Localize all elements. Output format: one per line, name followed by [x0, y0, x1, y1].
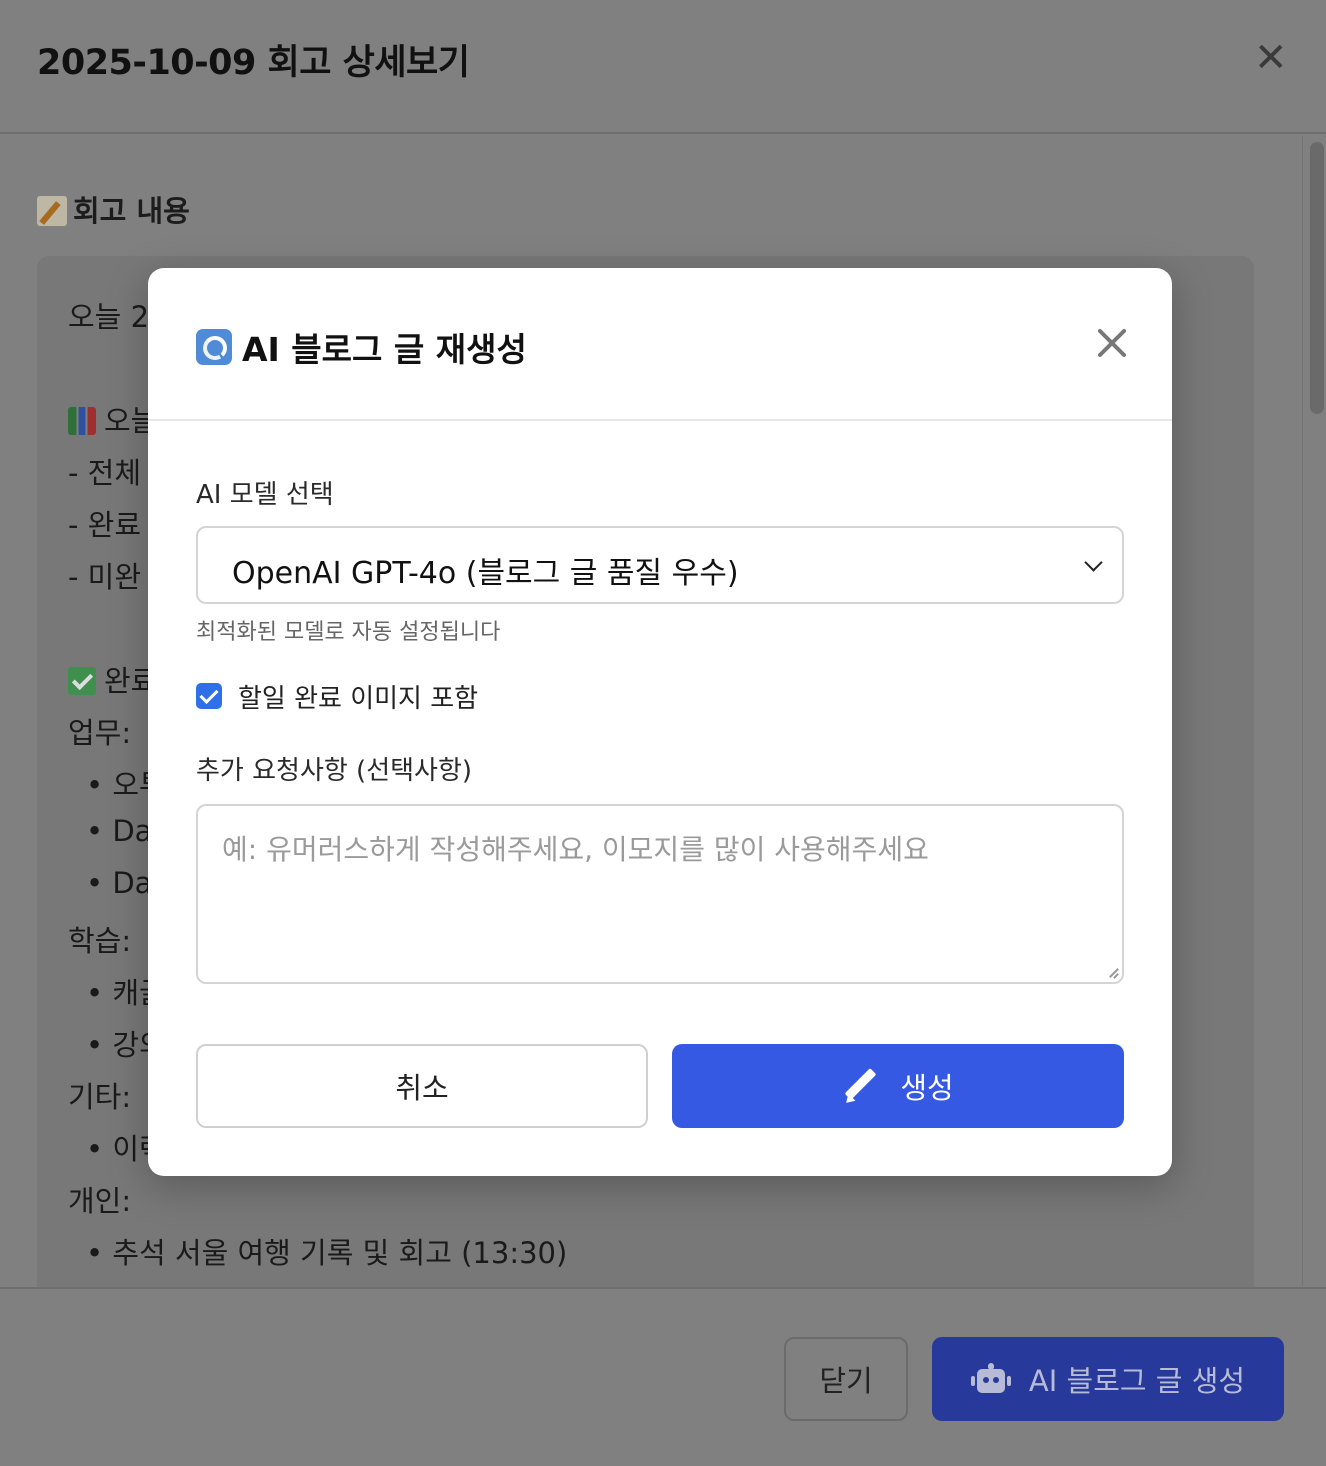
modal-title-text: AI 블로그 글 재생성	[242, 330, 527, 369]
content-line: • Da	[86, 866, 153, 900]
detail-header: 2025-10-09 회고 상세보기 ✕	[0, 0, 1326, 134]
content-scrollbar-thumb[interactable]	[1310, 142, 1324, 414]
content-line: 개인:	[68, 1184, 132, 1218]
include-image-checkbox[interactable]	[196, 683, 222, 709]
memo-icon	[37, 196, 67, 226]
pencil-icon	[842, 1068, 878, 1104]
extra-request-label: 추가 요청사항 (선택사항)	[196, 756, 473, 786]
robot-icon	[970, 1363, 1011, 1395]
cancel-button[interactable]: 취소	[196, 1044, 648, 1128]
check-mark-icon	[68, 667, 96, 695]
content-line: • 추석 서울 여행 기록 및 회고 (13:30)	[86, 1236, 568, 1270]
content-line: - 완료	[68, 508, 142, 542]
content-line: 기타:	[68, 1080, 132, 1114]
content-line: • Da	[86, 814, 153, 848]
resize-grip-icon[interactable]	[1106, 966, 1120, 980]
generate-button[interactable]: 생성	[672, 1044, 1124, 1128]
include-image-label[interactable]: 할일 완료 이미지 포함	[238, 678, 478, 715]
extra-request-textarea[interactable]	[196, 804, 1124, 984]
ai-blog-generate-button[interactable]: AI 블로그 글 생성	[932, 1337, 1284, 1421]
bar-chart-icon	[68, 407, 96, 435]
content-line: 업무:	[68, 716, 132, 750]
regenerate-modal: AI 블로그 글 재생성 AI 모델 선택 OpenAI GPT-4o (블로그…	[148, 268, 1172, 1176]
section-title: 회고 내용	[37, 188, 190, 230]
model-select[interactable]: OpenAI GPT-4o (블로그 글 품질 우수)	[196, 526, 1124, 604]
close-button[interactable]: 닫기	[784, 1337, 908, 1421]
content-line: - 전체	[68, 456, 142, 490]
model-select-label: AI 모델 선택	[196, 480, 334, 510]
detail-title: 2025-10-09 회고 상세보기	[37, 43, 470, 83]
modal-title: AI 블로그 글 재생성	[196, 323, 527, 371]
generate-button-label: 생성	[900, 1071, 954, 1105]
content-line: 오늘	[68, 398, 157, 440]
close-icon[interactable]	[1095, 326, 1129, 360]
model-select-value: OpenAI GPT-4o (블로그 글 품질 우수)	[232, 556, 739, 591]
modal-header: AI 블로그 글 재생성	[148, 268, 1172, 421]
content-line: - 미완	[68, 560, 142, 594]
content-line: 학습:	[68, 924, 132, 958]
content-line: 오늘 2	[68, 300, 150, 334]
section-title-text: 회고 내용	[73, 194, 190, 228]
refresh-icon	[196, 329, 232, 365]
content-line: 완료	[68, 658, 157, 700]
model-help-text: 최적화된 모델로 자동 설정됩니다	[196, 620, 501, 645]
detail-close-icon[interactable]: ✕	[1254, 38, 1288, 78]
ai-blog-generate-label: AI 블로그 글 생성	[1028, 1364, 1246, 1398]
chevron-down-icon	[1084, 553, 1103, 572]
